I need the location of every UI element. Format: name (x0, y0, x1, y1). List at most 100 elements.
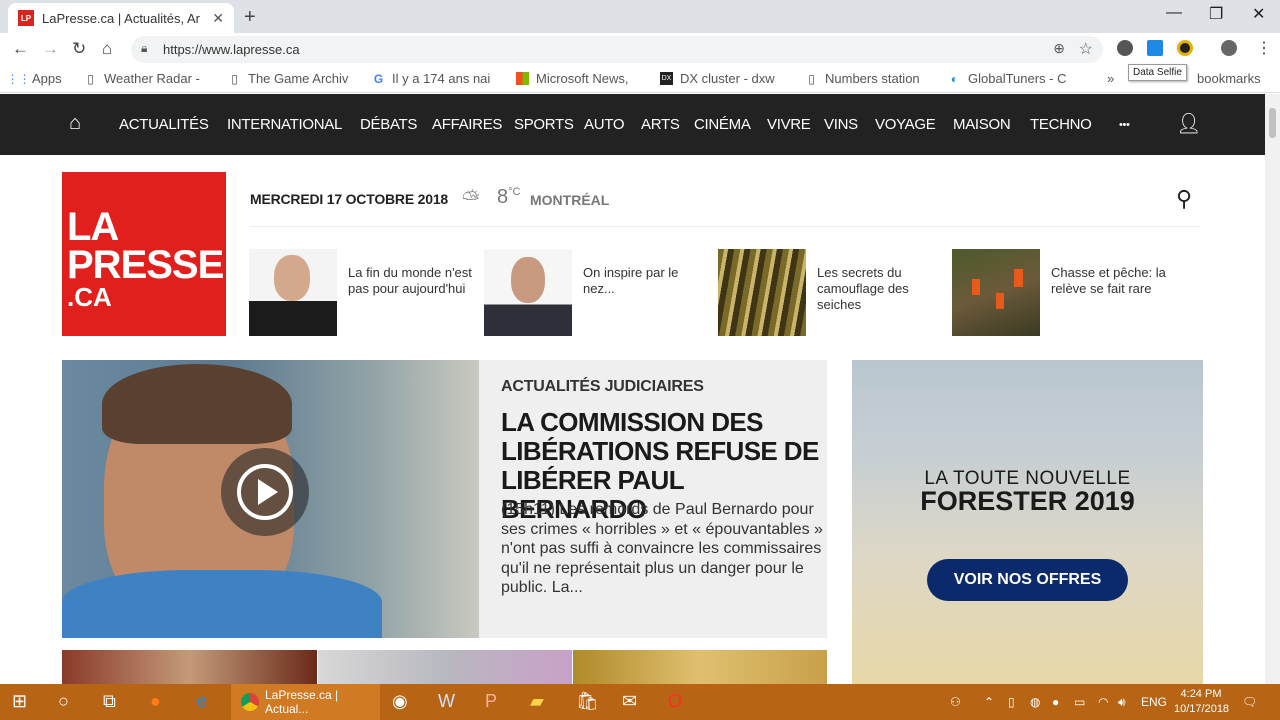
nav-arts[interactable]: ARTS (641, 116, 680, 133)
obs-icon[interactable]: ◉ (392, 691, 408, 712)
powerpoint-icon[interactable]: P (485, 691, 497, 712)
story-thumbnail[interactable] (573, 650, 827, 684)
bookmark-item[interactable]: ◐ GlobalTuners - C (948, 71, 1076, 86)
teaser-text[interactable]: Chasse et pêche: la relève se fait rare (1051, 265, 1176, 297)
browser-tab[interactable]: LP LaPresse.ca | Actualités, Ar ✕ (8, 3, 234, 33)
nav-cinema[interactable]: CINÉMA (694, 116, 751, 133)
nav-voyage[interactable]: VOYAGE (875, 116, 936, 133)
nav-techno[interactable]: TECHNO (1030, 116, 1092, 133)
page-icon: ▯ (231, 71, 238, 86)
opera-icon[interactable]: O (668, 691, 682, 712)
story-category[interactable]: ACTUALITÉS JUDICIAIRES (501, 378, 704, 396)
story-thumbnail[interactable] (318, 650, 572, 684)
teaser-image[interactable] (718, 249, 806, 336)
address-bar[interactable]: 🔒︎ https://www.lapresse.ca ⊕ ☆ (131, 36, 1103, 63)
story-thumbnail[interactable] (62, 650, 317, 684)
task-view-icon[interactable]: ⧉ (103, 691, 116, 712)
maximize-button[interactable]: ❐ (1209, 4, 1223, 24)
windows-start-icon[interactable]: ⊞ (12, 691, 27, 712)
teaser-text[interactable]: Les secrets du camouflage des seiches (817, 265, 942, 313)
show-hidden-icons-chevron-up-icon[interactable]: ⌃ (984, 695, 994, 709)
home-icon[interactable]: ⌂ (69, 112, 81, 135)
bookmark-item[interactable]: ▯ Weather Radar - (84, 71, 206, 86)
minimize-button[interactable]: — (1166, 4, 1182, 22)
nav-maison[interactable]: MAISON (953, 116, 1011, 133)
usb-icon[interactable]: ▯ (1008, 695, 1015, 709)
ad-cta-button[interactable]: VOIR NOS OFFRES (927, 559, 1128, 601)
nav-sports[interactable]: SPORTS (514, 116, 574, 133)
antivirus-icon[interactable]: ◍ (1030, 695, 1040, 709)
firefox-icon[interactable]: ● (150, 691, 161, 712)
clock-time: 4:24 PM (1180, 688, 1222, 700)
tray-app-icon[interactable]: ● (1052, 695, 1059, 709)
nav-international[interactable]: INTERNATIONAL (227, 116, 342, 133)
teaser-image[interactable] (484, 249, 572, 336)
user-account-icon[interactable]: 👤︎ (1176, 111, 1201, 136)
other-bookmarks[interactable]: bookmarks (1197, 71, 1261, 86)
google-icon: G (373, 71, 384, 86)
store-icon[interactable]: 🛍︎ (576, 691, 599, 712)
bookmark-star-icon[interactable]: ☆ (1079, 39, 1093, 59)
cortana-search-icon[interactable]: ○ (58, 691, 69, 712)
scrollbar-thumb[interactable] (1269, 108, 1276, 138)
notifications-icon[interactable]: 🗨︎ (1242, 695, 1257, 709)
people-icon[interactable]: ⚇ (950, 695, 961, 709)
close-window-button[interactable]: ✕ (1252, 4, 1265, 24)
taskbar-chrome-lapresse[interactable]: LaPresse.ca | Actual... (231, 684, 380, 720)
teaser-image[interactable] (952, 249, 1040, 336)
page-scrollbar[interactable] (1265, 94, 1280, 684)
video-play-button[interactable] (221, 448, 309, 536)
zoom-icon[interactable]: ⊕ (1053, 40, 1065, 57)
input-language[interactable]: ENG (1141, 695, 1167, 709)
nav-affaires[interactable]: AFFAIRES (432, 116, 502, 133)
nav-debats[interactable]: DÉBATS (360, 116, 417, 133)
bookmark-item[interactable]: G Il y a 174 ans nai (372, 71, 498, 86)
bookmark-item[interactable]: DX DX cluster - dxw (660, 71, 788, 86)
menu-kebab-icon[interactable]: ⋮ (1256, 38, 1272, 58)
back-button[interactable]: ← (12, 39, 29, 59)
play-icon (237, 464, 293, 520)
story-summary: (15h11) Les remords de Paul Bernardo pou… (501, 501, 823, 597)
nav-vins[interactable]: VINS (824, 116, 858, 133)
microsoft-icon (516, 72, 529, 85)
nav-auto[interactable]: AUTO (584, 116, 625, 133)
bookmark-apps[interactable]: ⋮⋮ Apps (12, 71, 62, 86)
battery-icon[interactable]: ▭ (1074, 695, 1085, 709)
teaser-text[interactable]: On inspire par le nez... (583, 265, 708, 297)
page-icon: ▯ (808, 71, 815, 86)
extension-icon[interactable] (1177, 40, 1193, 56)
close-tab-icon[interactable]: ✕ (212, 10, 224, 27)
data-selfie-extension-icon[interactable] (1117, 40, 1133, 56)
advertisement[interactable]: LA TOUTE NOUVELLE FORESTER 2019 VOIR NOS… (852, 360, 1203, 684)
bookmarks-bar: ⋮⋮ Apps ▯ Weather Radar - ▯ The Game Arc… (0, 65, 1280, 93)
nav-actualites[interactable]: ACTUALITÉS (119, 116, 209, 133)
lapresse-logo[interactable]: LA PRESSE .CA (62, 172, 226, 336)
nav-more-button[interactable]: ••• (1119, 119, 1130, 131)
browser-toolbar: ← → ↻ ⌂ 🔒︎ https://www.lapresse.ca ⊕ ☆ (0, 33, 1280, 65)
bookmark-item[interactable]: ▯ The Game Archiv (228, 71, 355, 86)
new-tab-button[interactable]: + (244, 6, 256, 29)
teaser-image[interactable] (249, 249, 337, 336)
volume-icon[interactable]: 🔊︎ (1118, 695, 1126, 710)
profile-avatar[interactable] (1221, 40, 1237, 56)
page-icon: ▯ (87, 71, 94, 86)
reload-button[interactable]: ↻ (72, 39, 86, 59)
bookmark-item[interactable]: Microsoft News, (516, 71, 640, 86)
nav-vivre[interactable]: VIVRE (767, 116, 811, 133)
bookmarks-overflow-button[interactable]: » (1107, 71, 1114, 86)
teaser-text[interactable]: La fin du monde n'est pas pour aujourd'h… (348, 265, 473, 297)
forward-button[interactable]: → (42, 39, 59, 59)
file-explorer-icon[interactable]: ▰ (530, 691, 544, 712)
edge-icon[interactable]: e (197, 691, 207, 712)
bookmark-item[interactable]: ▯ Numbers station (805, 71, 932, 86)
mail-icon[interactable]: ✉ (622, 691, 637, 712)
wifi-icon[interactable]: ◠ (1098, 695, 1108, 709)
home-button[interactable]: ⌂ (102, 39, 112, 59)
word-icon[interactable]: W (438, 691, 455, 712)
search-icon[interactable]: ⚲ (1176, 186, 1192, 212)
city-name[interactable]: MONTRÉAL (530, 192, 609, 208)
url-text[interactable]: https://www.lapresse.ca (163, 42, 300, 57)
dx-icon: DX (660, 72, 673, 85)
extension-icon[interactable] (1147, 40, 1163, 56)
system-clock[interactable]: 4:24 PM 10/17/2018 (1174, 687, 1229, 717)
